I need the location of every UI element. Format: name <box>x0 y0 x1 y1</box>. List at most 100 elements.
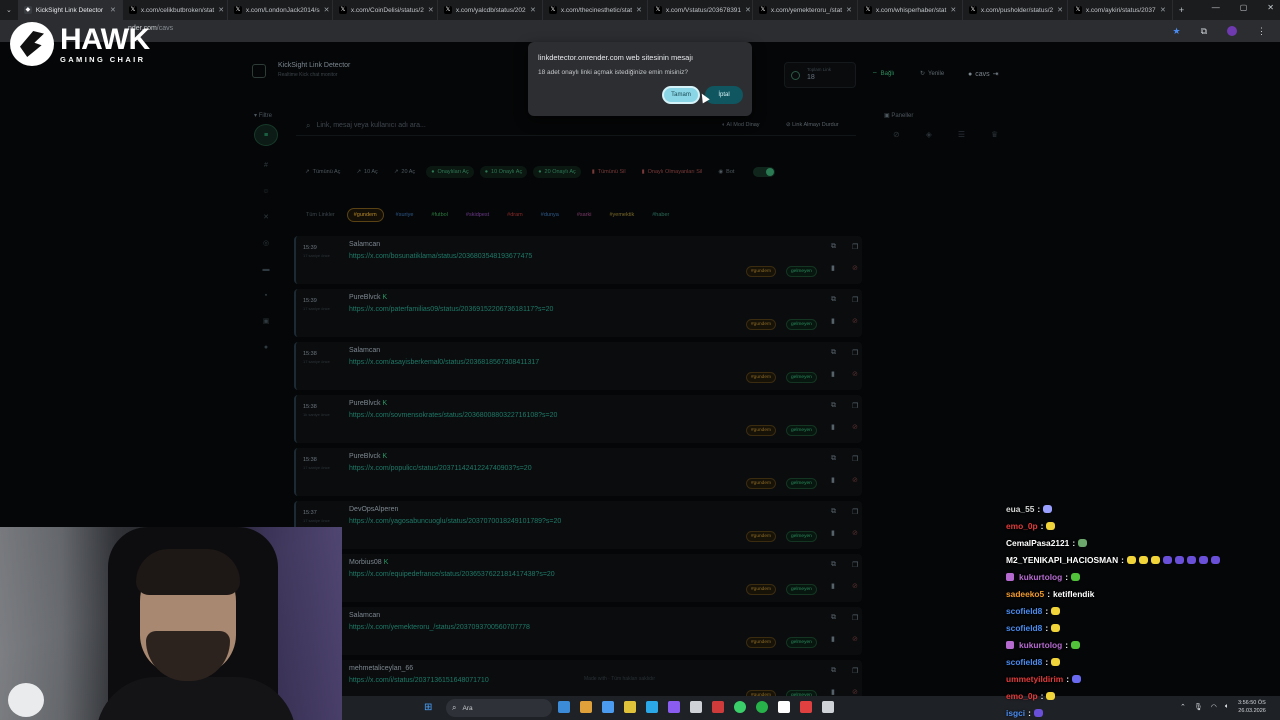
browser-tab[interactable]: 𝕏x.com/Vstatus/203678391 ✕ <box>648 0 753 20</box>
tab-close-icon[interactable]: ✕ <box>846 6 852 14</box>
taskbar-app-icon[interactable] <box>778 701 790 713</box>
menu-icon[interactable]: ⋮ <box>1257 26 1266 37</box>
tab-close-icon[interactable]: ✕ <box>218 6 224 14</box>
open-20-approved-button[interactable]: ● 20 Onaylı Aç <box>533 166 581 178</box>
delete-icon[interactable]: ▮ <box>831 317 835 325</box>
tag-filter-chip[interactable]: #gundem <box>346 208 384 222</box>
tag-filter-chip[interactable]: #haber <box>646 209 675 221</box>
delete-icon[interactable]: ▮ <box>831 688 835 696</box>
open-approved-button[interactable]: ● Onaylıları Aç <box>426 166 474 178</box>
tag-filter-chip[interactable]: #sarki <box>571 209 598 221</box>
browser-tab[interactable]: 𝕏x.com/pusholder/status/2 ✕ <box>963 0 1068 20</box>
tab-close-icon[interactable]: ✕ <box>1160 6 1166 14</box>
taskbar-app-icon[interactable] <box>734 701 746 713</box>
dialog-cancel-button[interactable]: İptal <box>705 86 743 104</box>
open-link-icon[interactable]: ⧉ <box>831 614 836 622</box>
tab-close-icon[interactable]: ✕ <box>950 6 956 14</box>
filter-image-icon[interactable]: ▣ <box>255 314 277 328</box>
open-10-approved-button[interactable]: ● 10 Onaylı Aç <box>479 166 528 178</box>
chat-username[interactable]: CemalPasa2121 <box>1006 538 1069 548</box>
chat-username[interactable]: ummetyildirim <box>1006 674 1063 684</box>
taskbar-app-icon[interactable] <box>558 701 570 713</box>
tab-close-icon[interactable]: ✕ <box>636 6 642 14</box>
logout-icon[interactable]: ⇥ <box>993 70 999 78</box>
copy-icon[interactable]: ❐ <box>852 402 858 410</box>
block-icon[interactable]: ⊘ <box>852 476 858 484</box>
taskbar-app-icon[interactable] <box>602 701 614 713</box>
chat-username[interactable]: emo_0p <box>1006 691 1038 701</box>
chat-username[interactable]: scofield8 <box>1006 606 1042 616</box>
copy-icon[interactable]: ❐ <box>852 455 858 463</box>
browser-tab[interactable]: 𝕏x.com/LondonJack2014/s ✕ <box>228 0 333 20</box>
taskbar-app-icon[interactable] <box>800 701 812 713</box>
delete-icon[interactable]: ▮ <box>831 476 835 484</box>
tag-filter-chip[interactable]: #dram <box>501 209 529 221</box>
taskbar-app-icon[interactable] <box>756 701 768 713</box>
dialog-ok-button[interactable]: Tamam <box>662 86 700 104</box>
filter-hashtag-icon[interactable]: # <box>255 158 277 172</box>
panel-shield-icon[interactable]: ◈ <box>926 130 932 139</box>
taskbar-app-icon[interactable] <box>822 701 834 713</box>
tab-close-icon[interactable]: ✕ <box>324 6 330 14</box>
taskbar-app-icon[interactable] <box>646 701 658 713</box>
chat-username[interactable]: emo_0p <box>1006 521 1038 531</box>
stop-links-button[interactable]: ⊘ Link Almayı Durdur <box>786 122 839 128</box>
block-icon[interactable]: ⊘ <box>852 317 858 325</box>
refresh-button[interactable]: ↻ Yenile <box>920 70 944 78</box>
open-10-button[interactable]: ↗ 10 Aç <box>351 166 382 178</box>
browser-tab[interactable]: 𝕏x.com/yemekteroru_/stat ✕ <box>753 0 858 20</box>
tab-close-icon[interactable]: ✕ <box>745 6 751 14</box>
taskbar-app-icon[interactable] <box>580 701 592 713</box>
tag-filter-chip[interactable]: #suriye <box>390 209 420 221</box>
bot-toggle[interactable] <box>753 167 776 177</box>
chat-username[interactable]: kukurtolog <box>1019 572 1062 582</box>
browser-tab[interactable]: 𝕏x.com/aykiri/status/2037 ✕ <box>1068 0 1173 20</box>
browser-tab[interactable]: ◆ KickSight Link Detector ✕ <box>17 0 123 20</box>
panel-block-icon[interactable]: ⊘ <box>893 130 900 139</box>
tab-close-icon[interactable]: ✕ <box>110 6 116 14</box>
delete-icon[interactable]: ▮ <box>831 264 835 272</box>
delete-icon[interactable]: ▮ <box>831 582 835 590</box>
bookmark-star-icon[interactable]: ★ <box>1172 26 1180 37</box>
card-link[interactable]: https://x.com/asayisberkemal0/status/203… <box>349 359 539 366</box>
delete-icon[interactable]: ▮ <box>831 529 835 537</box>
search-input[interactable]: Link, mesaj veya kullanıcı adı ara... <box>316 122 425 129</box>
card-link[interactable]: https://x.com/yemekteroru_/status/203709… <box>349 624 530 631</box>
tab-list-chevron-icon[interactable]: ⌄ <box>6 6 12 14</box>
new-tab-icon[interactable]: + <box>1179 5 1184 15</box>
open-20-button[interactable]: ↗ 20 Aç <box>389 166 420 178</box>
ai-mode-toggle[interactable]: ◐ AI Mod Dinay <box>722 122 760 128</box>
card-link[interactable]: https://x.com/i/status/20371361516480717… <box>349 677 489 684</box>
delete-icon[interactable]: ▮ <box>831 370 835 378</box>
filter-users-icon[interactable]: ☺ <box>255 184 277 198</box>
block-icon[interactable]: ⊘ <box>852 423 858 431</box>
filter-globe-icon[interactable]: ◎ <box>255 236 277 250</box>
browser-tab[interactable]: 𝕏x.com/yalcdb/status/202 ✕ <box>438 0 543 20</box>
block-icon[interactable]: ⊘ <box>852 529 858 537</box>
open-link-icon[interactable]: ⧉ <box>831 243 836 251</box>
filter-all-icon[interactable]: ≡ <box>254 124 278 146</box>
browser-tab[interactable]: 𝕏x.com/CoinDelisi/status/2 ✕ <box>333 0 438 20</box>
copy-icon[interactable]: ❐ <box>852 349 858 357</box>
delete-all-button[interactable]: ▮ Tümünü Sil <box>587 166 631 178</box>
tab-close-icon[interactable]: ✕ <box>1057 6 1063 14</box>
card-link[interactable]: https://x.com/populicc/status/2037114241… <box>349 465 532 472</box>
open-link-icon[interactable]: ⧉ <box>831 667 836 675</box>
maximize-icon[interactable]: ▢ <box>1240 3 1248 12</box>
chat-username[interactable]: scofield8 <box>1006 623 1042 633</box>
profile-avatar[interactable] <box>1227 26 1237 36</box>
browser-tab[interactable]: 𝕏x.com/celikbutbroken/stat ✕ <box>123 0 228 20</box>
copy-icon[interactable]: ❐ <box>852 614 858 622</box>
tab-close-icon[interactable]: ✕ <box>530 6 536 14</box>
user-menu[interactable]: ● cavs ⇥ <box>968 70 999 79</box>
block-icon[interactable]: ⊘ <box>852 688 858 696</box>
copy-icon[interactable]: ❐ <box>852 508 858 516</box>
copy-icon[interactable]: ❐ <box>852 667 858 675</box>
taskbar-search[interactable]: ⌕ Ara <box>446 699 552 717</box>
filter-camera-icon[interactable]: ▪ <box>255 288 277 302</box>
delete-icon[interactable]: ▮ <box>831 635 835 643</box>
browser-tab[interactable]: 𝕏x.com/thecinesthetic/stat ✕ <box>543 0 648 20</box>
taskbar-app-icon[interactable] <box>624 701 636 713</box>
block-icon[interactable]: ⊘ <box>852 370 858 378</box>
chat-username[interactable]: M2_YENIKAPI_HACIOSMAN <box>1006 555 1118 565</box>
